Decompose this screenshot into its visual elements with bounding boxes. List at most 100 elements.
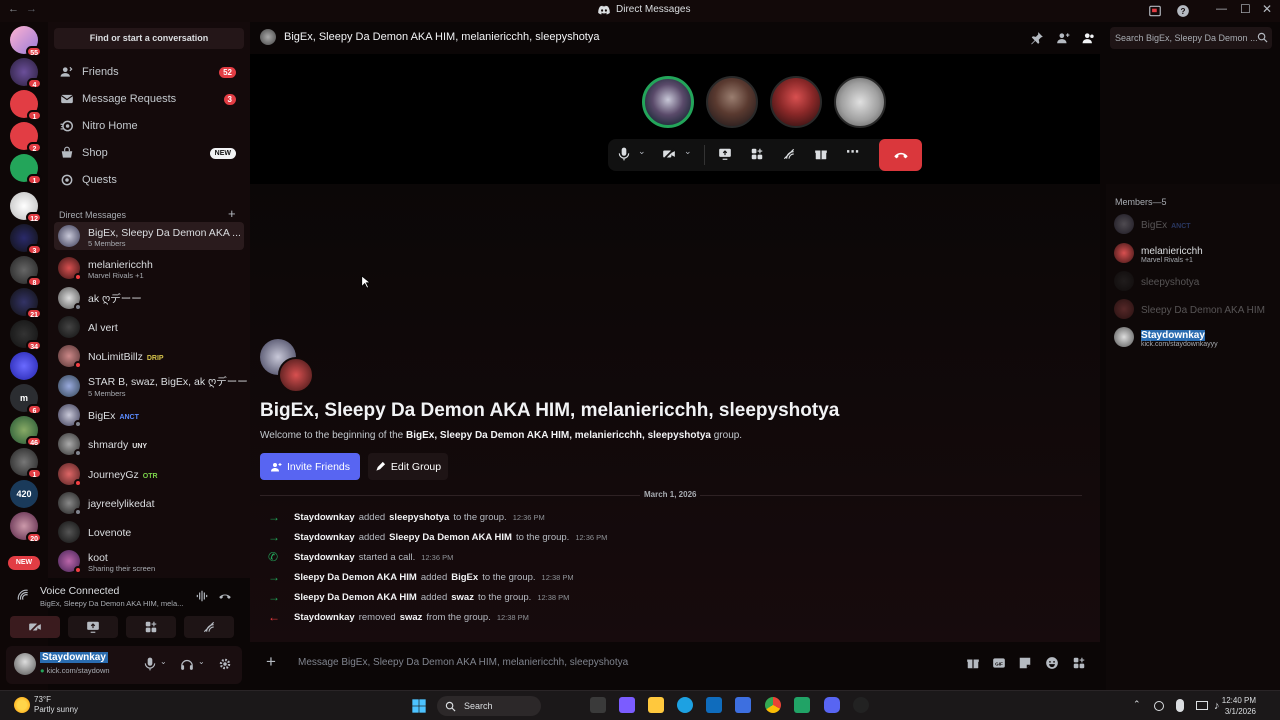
dm-item[interactable]: ak ღデーー	[54, 284, 244, 312]
member-item[interactable]: melaniericchh Marvel Rivals +1	[1114, 240, 1276, 266]
call-camera-chevron-icon[interactable]: ⌄	[684, 146, 692, 157]
task-view-icon[interactable]	[590, 697, 606, 713]
message-target[interactable]: swaz	[400, 612, 423, 623]
channel-title[interactable]: BigEx, Sleepy Da Demon AKA HIM, melanier…	[284, 31, 599, 43]
inbox-icon[interactable]	[1148, 4, 1162, 18]
server-icon[interactable]: 34	[10, 320, 42, 351]
message-actor[interactable]: Sleepy Da Demon AKA HIM	[294, 572, 417, 583]
nav-quests[interactable]: Quests	[54, 168, 244, 192]
soundboard-button[interactable]	[184, 616, 234, 638]
call-microphone-icon[interactable]	[618, 147, 630, 161]
tray-network-icon[interactable]	[1196, 701, 1208, 710]
dm-item[interactable]: Al vert	[54, 313, 244, 341]
dm-item[interactable]: shmardy UNY	[54, 430, 244, 458]
dm-item[interactable]: JourneyGz OTR	[54, 460, 244, 488]
app-icon[interactable]	[735, 697, 751, 713]
message-target[interactable]: Sleepy Da Demon AKA HIM	[389, 532, 512, 543]
server-icon[interactable]: 21	[10, 288, 42, 319]
windows-start-icon[interactable]	[411, 698, 427, 714]
nav-shop[interactable]: Shop NEW	[54, 141, 244, 165]
dm-item[interactable]: BigEx, Sleepy Da Demon AKA ... 5 Members	[54, 222, 244, 250]
store-icon[interactable]	[706, 697, 722, 713]
call-participant-avatar[interactable]	[706, 76, 758, 128]
weather-sun-icon[interactable]	[14, 697, 30, 713]
server-icon[interactable]: 46	[10, 416, 42, 447]
headphones-icon[interactable]	[180, 657, 194, 671]
disconnect-icon[interactable]	[218, 590, 232, 602]
server-icon[interactable]: 55	[10, 26, 42, 57]
signal-icon[interactable]	[16, 588, 30, 602]
call-activity-icon[interactable]	[750, 147, 764, 161]
server-icon[interactable]: 1	[10, 154, 42, 185]
server-icon[interactable]: 1	[10, 90, 42, 121]
dm-item[interactable]: STAR B, swaz, BigEx, ak ღデーー 5 Members	[54, 372, 248, 400]
server-icon[interactable]: 20	[10, 512, 42, 543]
server-icon[interactable]: m6	[10, 384, 42, 415]
back-arrow-icon[interactable]: ←	[8, 3, 19, 15]
app-icon[interactable]	[619, 697, 635, 713]
app-icon[interactable]	[853, 697, 869, 713]
call-participant-avatar[interactable]	[642, 76, 694, 128]
pin-icon[interactable]	[1030, 31, 1044, 45]
member-item[interactable]: sleepyshotya	[1114, 268, 1276, 294]
attach-plus-icon[interactable]: +	[266, 652, 276, 672]
app-launcher-icon[interactable]	[1072, 656, 1086, 670]
server-icon[interactable]: 3	[10, 224, 42, 255]
message-target[interactable]: sleepyshotya	[389, 512, 449, 523]
help-icon[interactable]: ?	[1176, 4, 1190, 18]
weather-widget[interactable]: 73°F Partly sunny	[34, 695, 78, 715]
gift-icon[interactable]	[966, 656, 980, 670]
nav-nitro-home[interactable]: Nitro Home	[54, 114, 244, 138]
call-soundboard-icon[interactable]	[782, 147, 796, 161]
mic-options-chevron-icon[interactable]: ⌄	[160, 657, 167, 666]
invite-friends-button[interactable]: Invite Friends	[260, 453, 360, 480]
new-badge[interactable]: NEW	[8, 556, 40, 570]
share-screen-button[interactable]	[68, 616, 118, 638]
search-input[interactable]: Search BigEx, Sleepy Da Demon ...	[1110, 27, 1272, 49]
message-actor[interactable]: Sleepy Da Demon AKA HIM	[294, 592, 417, 603]
forward-arrow-icon[interactable]: →	[26, 3, 37, 15]
message-actor[interactable]: Staydownkay	[294, 612, 355, 623]
edit-group-button[interactable]: Edit Group	[368, 453, 448, 480]
maximize-icon[interactable]: ☐	[1240, 2, 1251, 16]
close-icon[interactable]: ✕	[1262, 2, 1272, 16]
server-icon[interactable]: 4	[10, 58, 42, 89]
call-screen-share-icon[interactable]	[718, 147, 732, 161]
file-explorer-icon[interactable]	[648, 697, 664, 713]
gif-icon[interactable]: GIF	[992, 656, 1006, 670]
server-icon[interactable]: 2	[10, 122, 42, 153]
call-more-options-icon[interactable]: ⋯	[846, 144, 859, 160]
tray-app-icon[interactable]	[1154, 701, 1164, 711]
call-gift-icon[interactable]	[814, 147, 828, 161]
dm-item[interactable]: jayreelylikedat	[54, 489, 244, 517]
activities-button[interactable]	[126, 616, 176, 638]
server-icon[interactable]: 420	[10, 480, 38, 508]
message-actor[interactable]: Staydownkay	[294, 552, 355, 563]
tray-volume-icon[interactable]: ♪	[1214, 700, 1220, 712]
find-conversation-button[interactable]: Find or start a conversation	[54, 28, 244, 49]
member-item[interactable]: Sleepy Da Demon AKA HIM	[1114, 296, 1276, 322]
microphone-icon[interactable]	[144, 657, 156, 671]
leave-call-button[interactable]	[879, 139, 922, 171]
noise-suppression-icon[interactable]	[195, 589, 209, 603]
voice-connected-title[interactable]: Voice Connected	[40, 585, 119, 597]
message-input[interactable]: Message BigEx, Sleepy Da Demon AKA HIM, …	[298, 657, 628, 668]
call-participant-avatar[interactable]	[834, 76, 886, 128]
dm-item[interactable]: NoLimitBillz DRIP	[54, 342, 244, 370]
call-participant-avatar[interactable]	[770, 76, 822, 128]
app-icon[interactable]	[794, 697, 810, 713]
call-camera-off-icon[interactable]	[662, 147, 676, 161]
add-friends-to-dm-icon[interactable]	[1056, 31, 1070, 45]
message-target[interactable]: swaz	[451, 592, 474, 603]
call-mic-chevron-icon[interactable]: ⌄	[638, 146, 646, 157]
chrome-icon[interactable]	[765, 697, 781, 713]
dm-item[interactable]: koot Sharing their screen	[54, 547, 244, 575]
server-icon[interactable]: 1	[10, 448, 42, 479]
member-list-icon[interactable]	[1082, 31, 1096, 45]
emoji-icon[interactable]	[1045, 656, 1059, 670]
server-icon[interactable]	[10, 352, 38, 380]
minimize-icon[interactable]: —	[1216, 3, 1227, 15]
message-target[interactable]: BigEx	[451, 572, 478, 583]
message-actor[interactable]: Staydownkay	[294, 532, 355, 543]
tray-chevron-up-icon[interactable]: ⌃	[1133, 699, 1141, 710]
